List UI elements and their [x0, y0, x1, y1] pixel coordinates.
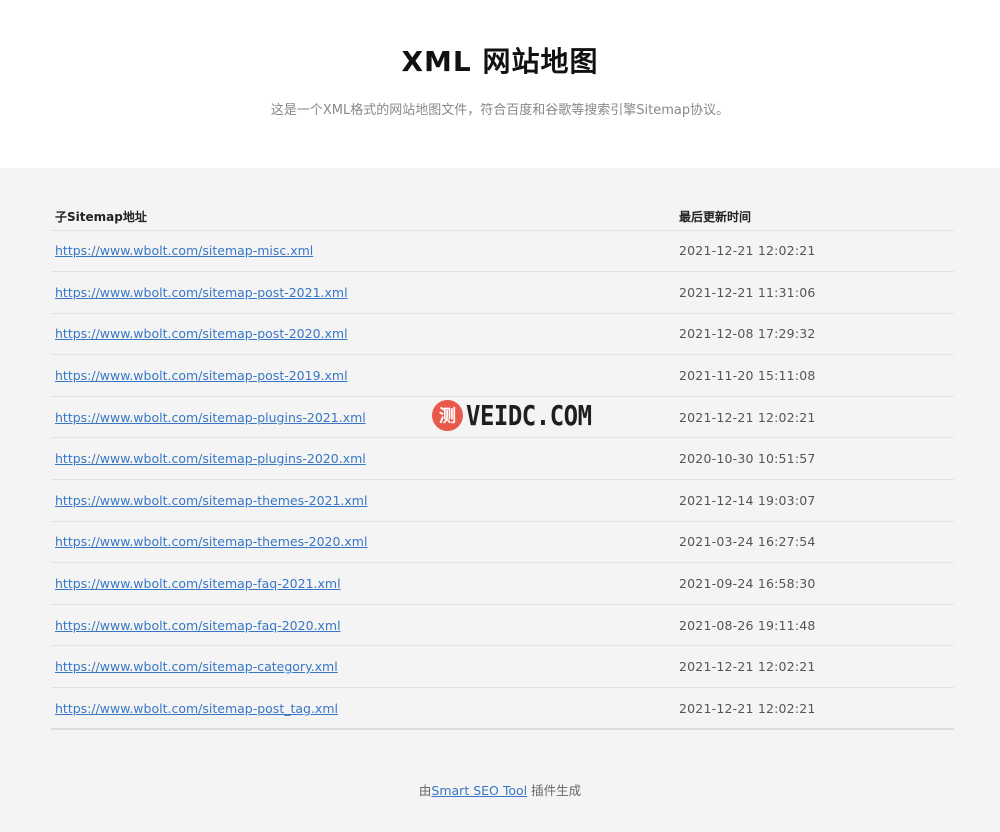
sitemap-content: 子Sitemap地址 最后更新时间 https://www.wbolt.com/…	[0, 168, 1000, 832]
last-modified-time: 2021-12-21 12:02:21	[675, 396, 954, 439]
sitemap-link[interactable]: https://www.wbolt.com/sitemap-themes-202…	[55, 493, 367, 508]
sitemap-table: 子Sitemap地址 最后更新时间 https://www.wbolt.com/…	[51, 204, 954, 731]
last-modified-time: 2021-11-20 15:11:08	[675, 354, 954, 397]
table-row: https://www.wbolt.com/sitemap-post-2019.…	[51, 354, 954, 397]
table-row: https://www.wbolt.com/sitemap-themes-202…	[51, 479, 954, 522]
last-modified-time: 2021-09-24 16:58:30	[675, 562, 954, 605]
watermark-badge-icon: 测	[432, 400, 463, 431]
last-modified-time: 2020-10-30 10:51:57	[675, 437, 954, 481]
table-row: https://www.wbolt.com/sitemap-category.x…	[51, 645, 954, 689]
table-row: https://www.wbolt.com/sitemap-faq-2021.x…	[51, 562, 954, 605]
last-modified-time: 2021-12-21 12:02:21	[675, 687, 954, 731]
table-row: https://www.wbolt.com/sitemap-themes-202…	[51, 521, 954, 564]
sitemap-link[interactable]: https://www.wbolt.com/sitemap-post-2021.…	[55, 285, 348, 300]
watermark: 测 VEIDC.COM	[432, 399, 592, 432]
column-header-url: 子Sitemap地址	[51, 204, 675, 231]
last-modified-time: 2021-12-14 19:03:07	[675, 479, 954, 522]
last-modified-time: 2021-12-21 11:31:06	[675, 271, 954, 314]
sitemap-link[interactable]: https://www.wbolt.com/sitemap-misc.xml	[55, 243, 313, 258]
sitemap-link[interactable]: https://www.wbolt.com/sitemap-post-2019.…	[55, 368, 348, 383]
last-modified-time: 2021-03-24 16:27:54	[675, 521, 954, 564]
table-row: https://www.wbolt.com/sitemap-post-2021.…	[51, 271, 954, 314]
table-row: https://www.wbolt.com/sitemap-post-2020.…	[51, 313, 954, 356]
sitemap-link[interactable]: https://www.wbolt.com/sitemap-post-2020.…	[55, 326, 348, 341]
sitemap-link[interactable]: https://www.wbolt.com/sitemap-faq-2020.x…	[55, 618, 341, 633]
footer-suffix: 插件生成	[527, 783, 582, 798]
sitemap-link[interactable]: https://www.wbolt.com/sitemap-faq-2021.x…	[55, 576, 341, 591]
page-title: XML 网站地图	[401, 45, 599, 78]
sitemap-link[interactable]: https://www.wbolt.com/sitemap-themes-202…	[55, 534, 367, 549]
last-modified-time: 2021-12-08 17:29:32	[675, 313, 954, 356]
watermark-text: VEIDC.COM	[466, 399, 592, 432]
watermark-badge-char: 测	[439, 406, 456, 427]
footer-prefix: 由	[418, 783, 432, 798]
page-subtitle: 这是一个XML格式的网站地图文件，符合百度和谷歌等搜索引擎Sitemap协议。	[270, 103, 730, 118]
column-header-time: 最后更新时间	[675, 204, 954, 231]
sitemap-link[interactable]: https://www.wbolt.com/sitemap-category.x…	[55, 659, 338, 674]
table-row: https://www.wbolt.com/sitemap-faq-2020.x…	[51, 604, 954, 647]
table-row: https://www.wbolt.com/sitemap-post_tag.x…	[51, 687, 954, 731]
last-modified-time: 2021-12-21 12:02:21	[675, 230, 954, 273]
table-row: https://www.wbolt.com/sitemap-plugins-20…	[51, 437, 954, 481]
last-modified-time: 2021-12-21 12:02:21	[675, 645, 954, 689]
sitemap-link[interactable]: https://www.wbolt.com/sitemap-post_tag.x…	[55, 701, 338, 716]
table-header-row: 子Sitemap地址 最后更新时间	[51, 204, 954, 231]
footer-plugin-link[interactable]: Smart SEO Tool	[431, 783, 527, 798]
page-header: XML 网站地图 这是一个XML格式的网站地图文件，符合百度和谷歌等搜索引擎Si…	[0, 0, 1000, 168]
page-footer: 由Smart SEO Tool 插件生成	[0, 780, 1000, 799]
last-modified-time: 2021-08-26 19:11:48	[675, 604, 954, 647]
table-row: https://www.wbolt.com/sitemap-misc.xml 2…	[51, 230, 954, 273]
sitemap-link[interactable]: https://www.wbolt.com/sitemap-plugins-20…	[55, 410, 366, 425]
sitemap-link[interactable]: https://www.wbolt.com/sitemap-plugins-20…	[55, 451, 366, 466]
